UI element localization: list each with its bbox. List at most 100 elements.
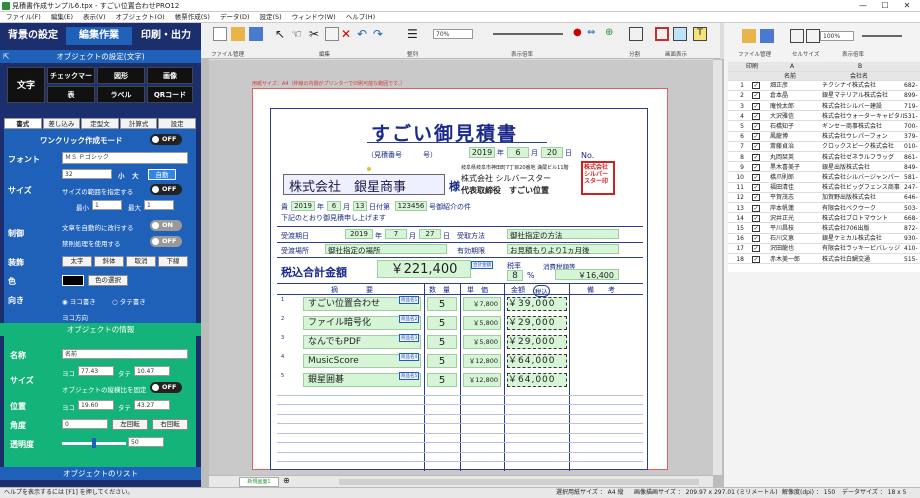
cell-name[interactable]: 石橋知子 <box>770 122 820 131</box>
grid-row[interactable]: 8 ✓ 丸岡栞英 株式会社ゼネラルフラッグ 861- <box>728 153 920 163</box>
valid-value[interactable]: お見積もりより1ヵ月後 <box>507 244 619 255</box>
size-large-button[interactable]: 大 <box>132 170 139 180</box>
horizontal-scrollbar[interactable] <box>339 479 699 485</box>
autowrap-toggle[interactable]: ON <box>150 220 182 231</box>
item-qty[interactable]: 5 <box>427 354 457 368</box>
cell-zip[interactable]: 719- <box>904 102 920 111</box>
grid-row[interactable]: 1 ✓ 畑正彦 チクシナイ株式会社 682- <box>728 81 920 91</box>
type-qr-button[interactable]: QRコード <box>147 86 193 103</box>
print-checkbox[interactable]: ✓ <box>752 123 760 130</box>
new-file-icon[interactable] <box>213 27 227 41</box>
maximize-button[interactable]: ☐ <box>874 0 896 12</box>
cell-name[interactable]: 斎藤貞治 <box>770 142 820 151</box>
cell-name[interactable]: 岸本帆蓮 <box>770 204 820 213</box>
transparency-input[interactable]: 50 <box>128 437 164 447</box>
item-amount[interactable]: ￥29,000 <box>507 316 567 330</box>
cell-zip[interactable]: 010- <box>904 142 920 151</box>
vertical-radio[interactable]: ○ タテ書き <box>112 296 146 306</box>
item-price[interactable]: ￥12,800 <box>463 373 501 387</box>
tab-print[interactable]: 印刷・出力 <box>134 27 198 45</box>
save-data-icon[interactable] <box>760 29 774 43</box>
cell-company[interactable]: クロックスピーク株式会社 <box>822 142 904 151</box>
pos-x-input[interactable]: 19.60 <box>78 400 114 410</box>
zoom-select[interactable]: 70% <box>433 29 473 39</box>
cell-company[interactable]: 株式会社シルバー建設 <box>822 102 904 111</box>
grid-row[interactable]: 16 ✓ 石川文恵 銀星ケミカル株式会社 930- <box>728 234 920 244</box>
cell-name[interactable]: 平賀茂志 <box>770 193 820 202</box>
print-checkbox[interactable]: ✓ <box>752 143 760 151</box>
italic-button[interactable]: 斜体 <box>94 256 124 267</box>
grid-row[interactable]: 2 ✓ 倉本晶 銀星マテリアル株式会社 899- <box>728 91 920 101</box>
cursor-icon[interactable]: ↖ <box>275 27 289 41</box>
cell-zip[interactable]: 861- <box>904 153 920 162</box>
cell-company[interactable]: 株式会社白鯛交通 <box>822 255 904 264</box>
menu-view[interactable]: 表示(V) <box>83 12 106 22</box>
item-qty[interactable]: 5 <box>427 373 457 387</box>
cell-company[interactable]: 株式会社シルバージャンパー <box>822 173 904 182</box>
delete-icon[interactable]: ✕ <box>341 27 355 41</box>
menu-file[interactable]: ファイル(F) <box>6 12 41 22</box>
item-amount[interactable]: ￥64,000 <box>507 354 567 368</box>
total-value[interactable]: ￥221,400 <box>377 260 471 278</box>
cell-name[interactable]: 橋爪則郎 <box>770 173 820 182</box>
color-swatch[interactable] <box>62 275 84 286</box>
grid-row[interactable]: 9 ✓ 黒木喜美子 銀星出版株式会社 849- <box>728 163 920 173</box>
cell-width-icon[interactable] <box>790 29 804 43</box>
item-amount[interactable]: ￥29,000 <box>507 335 567 349</box>
subtab-template[interactable]: 定型文 <box>81 118 119 129</box>
grid-row[interactable]: 11 ✓ 福田清佳 株式会社ビッグフェンス商事 247- <box>728 183 920 193</box>
ref-day[interactable]: 13 <box>353 201 367 211</box>
tab-background[interactable]: 背景の設定 <box>2 27 64 45</box>
sender-address[interactable]: 岐阜県岐阜市神田町7丁目20番地 満蔵ビル11階 <box>461 164 569 171</box>
fit-width-icon[interactable]: ⇔ <box>587 27 601 41</box>
type-label-button[interactable]: ラベル <box>97 86 145 103</box>
type-check-button[interactable]: チェックマーク <box>47 67 95 97</box>
cell-zip[interactable]: 515- <box>904 255 920 264</box>
size-small-button[interactable]: 小 <box>118 170 125 180</box>
menu-data[interactable]: データ(D) <box>220 12 250 22</box>
fit-all-icon[interactable]: ⊕ <box>605 27 619 41</box>
grid-row[interactable]: 10 ✓ 橋爪則郎 株式会社シルバージャンパー 581- <box>728 173 920 183</box>
type-image-button[interactable]: 画像 <box>147 67 193 84</box>
print-checkbox[interactable]: ✓ <box>752 184 760 192</box>
cell-company[interactable]: 株式会社ブロトマウント <box>822 214 904 223</box>
print-checkbox[interactable]: ✓ <box>752 255 760 263</box>
open-folder-icon[interactable] <box>231 27 245 41</box>
object-info-header[interactable]: オブジェクトの情報 <box>0 323 201 336</box>
frame-view-icon[interactable] <box>655 27 669 41</box>
cell-name[interactable]: 鳳龍博 <box>770 132 820 141</box>
print-checkbox[interactable]: ✓ <box>752 82 760 90</box>
grid-row[interactable]: 12 ✓ 平賀茂志 加賀野出版株式会社 646- <box>728 193 920 203</box>
page-tab-1[interactable]: 新規画面1 <box>239 477 279 487</box>
item-amount[interactable]: ￥64,000 <box>507 373 567 387</box>
subtab-merge[interactable]: 差し込み <box>42 118 81 129</box>
save-icon[interactable] <box>249 27 263 41</box>
menu-help[interactable]: ヘルプ(H) <box>346 12 375 22</box>
cell-name[interactable]: 畑正彦 <box>770 81 820 90</box>
cell-zip[interactable]: 668- <box>904 214 920 223</box>
ref-year[interactable]: 2019 <box>291 201 315 211</box>
rotate-left-button[interactable]: 左回転 <box>112 419 148 430</box>
print-checkbox[interactable]: ✓ <box>752 133 760 141</box>
width-input[interactable]: 77.43 <box>78 366 114 376</box>
grid-row[interactable]: 18 ✓ 赤木美一郎 株式会社白鯛交通 515- <box>728 255 920 265</box>
cell-zip[interactable]: 247- <box>904 183 920 192</box>
print-checkbox[interactable]: ✓ <box>752 153 760 161</box>
payment-value[interactable]: 御社指定の方法 <box>507 229 619 240</box>
print-checkbox[interactable]: ✓ <box>752 204 760 212</box>
tab-edit[interactable]: 編集作業 <box>66 27 132 45</box>
grid-zoom-slider[interactable] <box>862 35 902 37</box>
cell-company[interactable]: 銀星マテリアル株式会社 <box>822 91 904 100</box>
print-checkbox[interactable]: ✓ <box>752 225 760 232</box>
cell-name[interactable]: 赤木美一郎 <box>770 255 820 264</box>
item-qty[interactable]: 5 <box>427 297 457 311</box>
rotate-handle[interactable] <box>367 167 371 171</box>
cell-zip[interactable]: 930- <box>904 234 920 243</box>
redo-icon[interactable]: ↷ <box>373 27 387 41</box>
cell-name[interactable]: 黒木喜美子 <box>770 163 820 172</box>
rotate-right-button[interactable]: 右回転 <box>152 419 188 430</box>
max-input[interactable]: 1 <box>144 200 174 210</box>
cell-name[interactable]: 大沢雅信 <box>770 112 820 121</box>
cell-name[interactable]: 沢田龍也 <box>770 244 820 253</box>
grid-row[interactable]: 7 ✓ 斎藤貞治 クロックスピーク株式会社 010- <box>728 142 920 152</box>
